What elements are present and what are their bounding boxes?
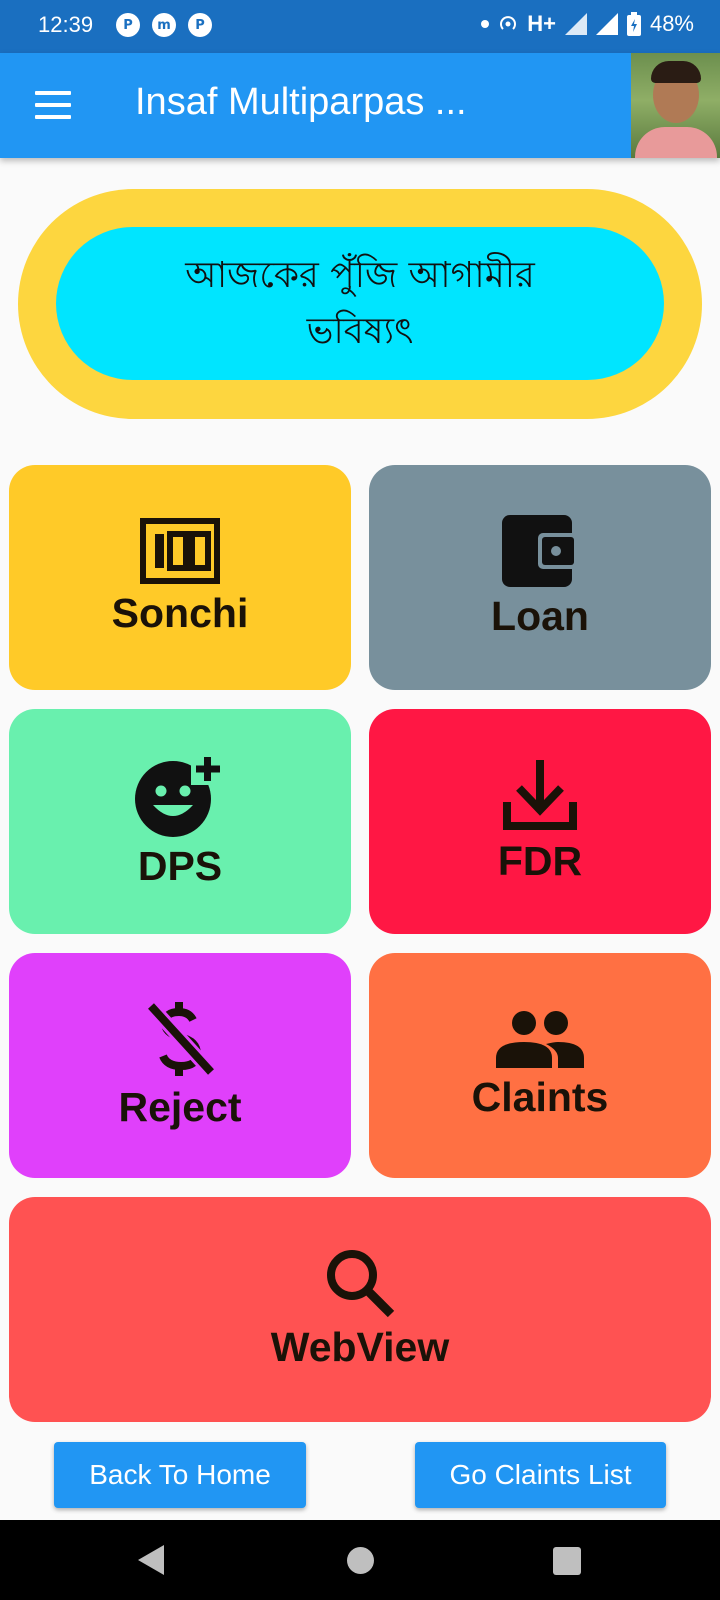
- signal-icon: [564, 13, 587, 35]
- back-icon[interactable]: [136, 1543, 166, 1577]
- tile-reject[interactable]: Reject: [9, 953, 351, 1178]
- add-reaction-icon: [135, 755, 225, 837]
- app-title: Insaf Multiparpas ...: [135, 81, 467, 123]
- status-time: 12:39: [38, 12, 94, 37]
- tile-fdr[interactable]: FDR: [369, 709, 711, 934]
- tile-loan-label: Loan: [491, 593, 589, 639]
- menu-icon[interactable]: [35, 91, 71, 119]
- tile-dps[interactable]: DPS: [9, 709, 351, 934]
- notification-icons: P m P: [116, 13, 212, 37]
- notification-app-icon: P: [116, 13, 140, 37]
- status-indicators: H+ 48%: [481, 11, 694, 37]
- tile-claints[interactable]: Claints: [369, 953, 711, 1178]
- people-icon: [496, 1011, 584, 1068]
- signal-icon: [595, 13, 618, 35]
- home-icon[interactable]: [347, 1547, 374, 1574]
- download-icon: [503, 760, 577, 830]
- battery-percent: 48%: [649, 11, 694, 36]
- slogan-banner-inner: আজকের পুঁজি আগামীর ভবিষ্যৎ: [56, 227, 664, 380]
- money-off-icon: [145, 1001, 215, 1077]
- tile-sonchi[interactable]: Sonchi: [9, 465, 351, 690]
- notification-app-icon: P: [188, 13, 212, 37]
- messenger-icon: m: [152, 13, 176, 37]
- search-icon: [327, 1250, 395, 1318]
- network-type: H+: [527, 11, 556, 36]
- wallet-icon: [502, 515, 578, 587]
- money-icon: [140, 518, 220, 584]
- slogan-text: আজকের পুঁজি আগামীর ভবিষ্যৎ: [185, 254, 535, 352]
- dot-icon: [481, 20, 490, 28]
- avatar[interactable]: [631, 53, 720, 158]
- tile-dps-label: DPS: [137, 843, 223, 889]
- back-to-home-button[interactable]: Back To Home: [54, 1442, 306, 1508]
- slogan-banner: আজকের পুঁজি আগামীর ভবিষ্যৎ: [18, 189, 702, 419]
- go-claints-list-button[interactable]: Go Claints List: [415, 1442, 666, 1508]
- tile-webview[interactable]: WebView: [9, 1197, 711, 1422]
- app-bar: Insaf Multiparpas ...: [0, 53, 720, 158]
- tile-fdr-label: FDR: [497, 838, 583, 884]
- tile-webview-label: WebView: [270, 1324, 450, 1370]
- tile-loan[interactable]: Loan: [369, 465, 711, 690]
- recent-apps-icon[interactable]: [553, 1547, 581, 1575]
- hotspot-icon: [500, 16, 517, 30]
- tile-reject-label: Reject: [118, 1084, 242, 1130]
- tile-sonchi-label: Sonchi: [111, 590, 249, 636]
- battery-icon: [626, 12, 641, 36]
- tile-claints-label: Claints: [471, 1074, 609, 1120]
- status-bar: 12:39 P m P H+ 48%: [0, 0, 720, 53]
- system-nav-bar: [0, 1520, 720, 1600]
